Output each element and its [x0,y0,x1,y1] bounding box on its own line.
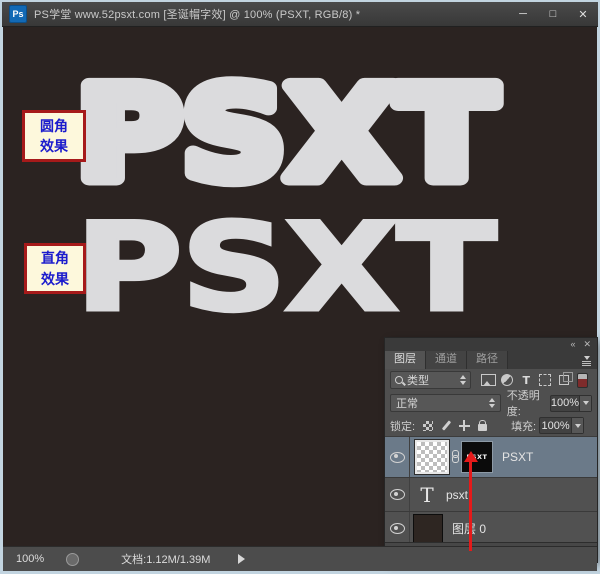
collapse-panel-icon[interactable]: « [570,340,575,349]
lock-row: 锁定: 填充: 100% [385,415,597,437]
callout-line: 效果 [25,136,83,156]
photoshop-logo-icon: Ps [9,5,27,23]
callout-line: 效果 [27,269,83,289]
tab-channels[interactable]: 通道 [426,351,467,369]
callout-line: 圆角 [25,116,83,136]
eye-icon [390,489,405,500]
lock-transparency-icon[interactable] [419,421,437,431]
fill-field[interactable]: 100% [539,417,584,434]
layer-name[interactable]: PSXT [502,450,533,464]
filter-row: 类型 T [385,369,597,391]
eye-icon [390,523,405,534]
filter-type-layers-icon[interactable]: T [517,374,536,387]
blend-mode-value: 正常 [396,395,418,411]
spinner-icon [489,398,495,408]
filter-switch-icon[interactable] [573,373,592,388]
opacity-label: 不透明度: [507,387,547,419]
panel-tab-bar: 图层 通道 路径 [385,351,597,369]
blend-mode-dropdown[interactable]: 正常 [390,394,501,412]
title-bar[interactable]: Ps PS学堂 www.52psxt.com [圣诞帽字效] @ 100% (P… [2,2,598,27]
menu-arrow-icon [584,356,590,360]
filter-adjustment-layers-icon[interactable] [498,374,517,386]
panel-menu-icon[interactable] [582,356,591,369]
lock-label: 锁定: [390,418,415,434]
filter-smart-objects-icon[interactable] [554,375,573,385]
fill-value: 100% [540,420,571,432]
spinner-icon [460,375,466,385]
layer-name[interactable]: psxt [446,488,468,502]
photoshop-window: Ps PS学堂 www.52psxt.com [圣诞帽字效] @ 100% (P… [0,0,600,574]
tab-layers[interactable]: 图层 [385,351,426,369]
visibility-toggle[interactable] [385,437,410,477]
filter-type-dropdown[interactable]: 类型 [390,371,471,389]
annotation-arrow-line [469,461,472,551]
lock-pixels-icon[interactable] [437,420,455,431]
visibility-toggle[interactable] [385,478,410,511]
layer-thumbnail-transparent[interactable] [415,440,449,474]
layer-thumbnail-solid[interactable] [413,514,443,544]
fill-dropdown-icon[interactable] [571,418,583,433]
visibility-toggle[interactable] [385,512,410,545]
window-title: PS学堂 www.52psxt.com [圣诞帽字效] @ 100% (PSXT… [34,6,360,22]
maximize-icon[interactable]: □ [538,2,568,26]
search-icon [395,376,403,384]
filter-type-label: 类型 [407,372,429,388]
blend-row: 正常 不透明度: 100% [385,391,597,415]
rounded-psxt-text: PSXT [76,62,496,207]
annotation-arrow-head [464,451,478,462]
sharp-effect-callout: 直角 效果 [24,243,86,294]
filter-shape-layers-icon[interactable] [536,374,555,386]
tab-paths[interactable]: 路径 [467,351,508,369]
opacity-field[interactable]: 100% [550,395,592,412]
opacity-value: 100% [551,397,579,409]
panel-header: « ✕ [385,338,597,351]
lock-position-icon[interactable] [455,420,473,431]
sharp-psxt-text: PSXT [76,208,496,323]
callout-line: 直角 [27,248,83,268]
close-icon[interactable]: ✕ [568,2,598,26]
layer-row-background[interactable]: 图层 0 [385,512,597,546]
document-size-info: 文档:1.12M/1.39M [121,551,210,567]
window-controls: ─ □ ✕ [508,2,598,26]
status-expand-icon[interactable] [238,554,245,564]
link-icon [451,450,459,464]
zoom-level-field[interactable]: 100% [16,553,44,565]
minimize-icon[interactable]: ─ [508,2,538,26]
layer-row-psxt-copy[interactable]: PSXT PSXT [385,437,597,478]
fill-label: 填充: [511,418,536,434]
status-bar: 100% 文档:1.12M/1.39M [3,546,597,571]
rounded-effect-callout: 圆角 效果 [22,110,86,162]
sharp-psxt-artwork: PSXT [62,208,512,323]
eye-icon [390,452,405,463]
opacity-dropdown-icon[interactable] [579,396,591,411]
layer-row-text[interactable]: T psxt [385,478,597,512]
layers-panel: « ✕ 图层 通道 路径 类型 T [385,338,597,562]
close-panel-icon[interactable]: ✕ [583,340,591,349]
layer-list: PSXT PSXT T psxt 图层 0 [385,437,597,546]
rounded-psxt-artwork: PSXT [62,62,512,207]
status-circle-icon [66,553,79,566]
lock-all-icon[interactable] [473,420,491,431]
text-layer-icon[interactable]: T [410,483,444,507]
filter-pixel-layers-icon[interactable] [479,374,498,386]
